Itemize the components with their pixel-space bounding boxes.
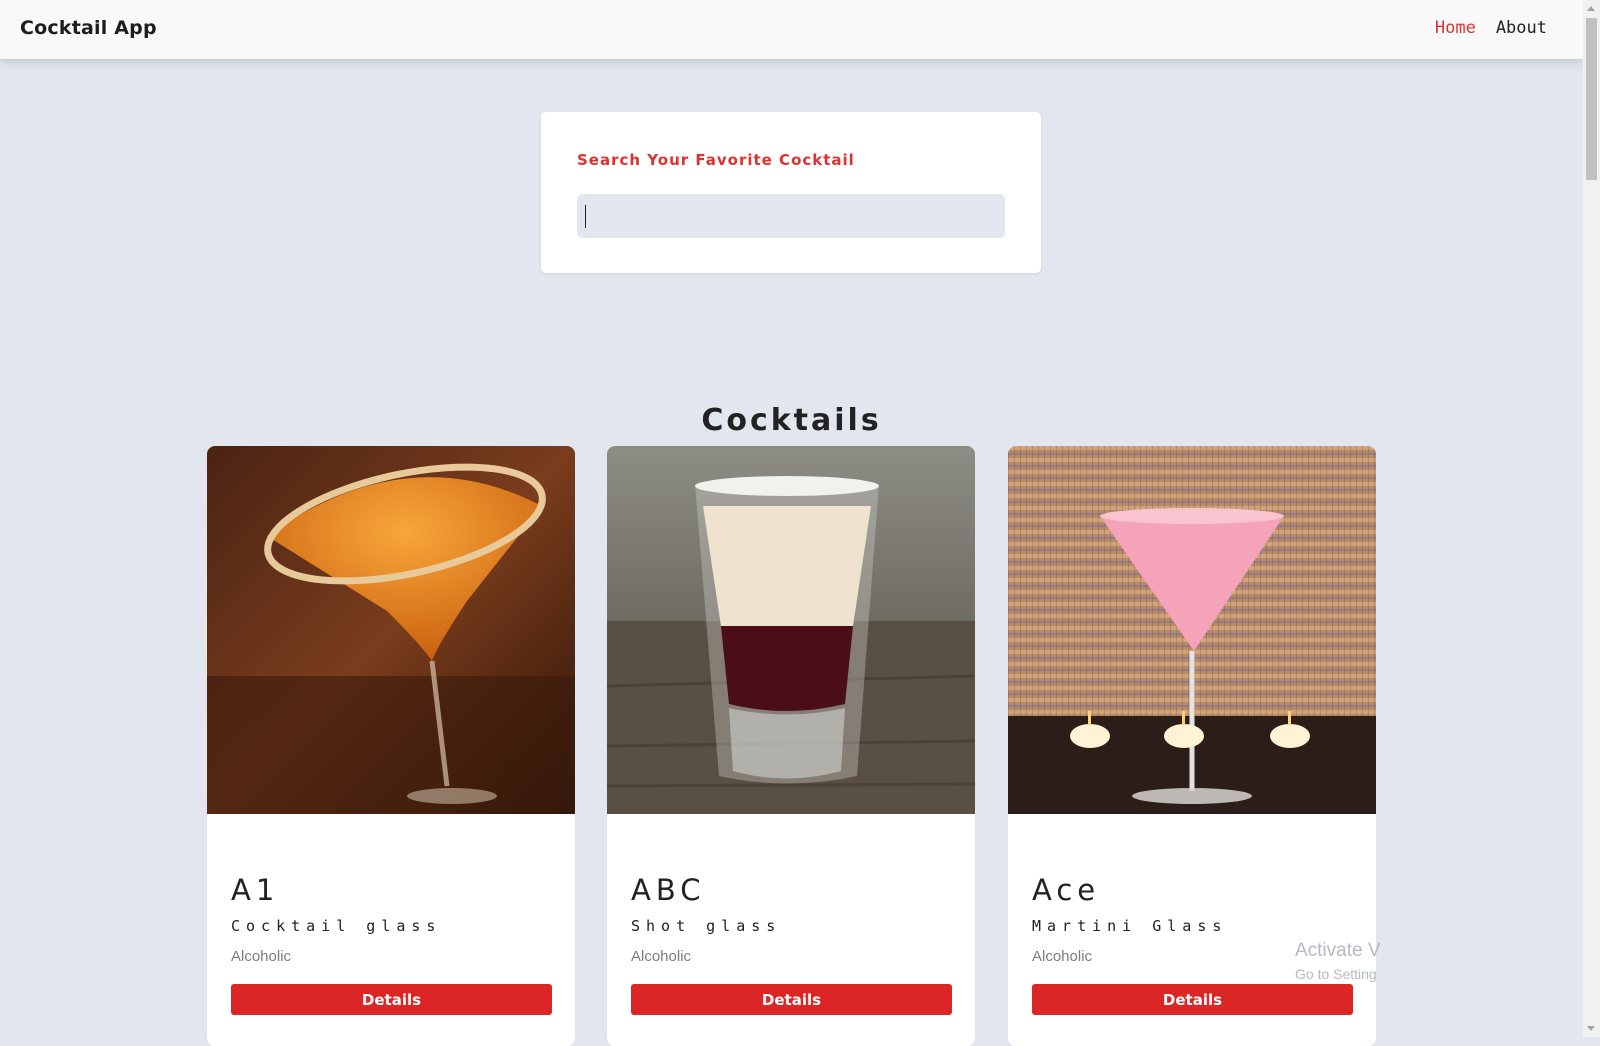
nav-link-about[interactable]: About (1496, 18, 1547, 38)
cocktail-card: ABC Shot glass Alcoholic Details (607, 446, 975, 1046)
search-input[interactable] (577, 194, 1005, 238)
watermark-title: Activate V (1295, 940, 1381, 961)
scroll-up-icon[interactable] (1587, 6, 1595, 11)
cocktail-name: A1 (231, 873, 280, 907)
nav-links: Home About (1435, 18, 1547, 38)
cocktail-card: A1 Cocktail glass Alcoholic Details (207, 446, 575, 1046)
layered-shot-photo-icon (607, 446, 975, 814)
details-button[interactable]: Details (631, 984, 952, 1015)
search-form: Search Your Favorite Cocktail (541, 112, 1041, 273)
scroll-thumb[interactable] (1586, 18, 1597, 180)
cocktail-type: Alcoholic (631, 948, 692, 965)
cocktail-glass: Martini Glass (1032, 917, 1228, 935)
cocktail-name: ABC (631, 873, 706, 907)
cocktail-type: Alcoholic (231, 948, 292, 965)
section-title: Cocktails (701, 402, 882, 438)
brand-logo[interactable]: Cocktail App (20, 17, 157, 39)
cocktail-image (607, 446, 975, 814)
search-label: Search Your Favorite Cocktail (577, 151, 855, 169)
scroll-down-icon[interactable] (1587, 1026, 1595, 1031)
cocktail-type: Alcoholic (1032, 948, 1093, 965)
cocktail-image (207, 446, 575, 814)
orange-martini-photo-icon (207, 446, 575, 814)
pink-martini-photo-icon (1008, 446, 1376, 814)
cocktail-glass: Cocktail glass (231, 917, 442, 935)
cocktail-glass: Shot glass (631, 917, 782, 935)
text-cursor (585, 205, 586, 228)
windows-activation-watermark: Activate V Go to Setting (1295, 940, 1381, 982)
navbar: Cocktail App Home About (0, 0, 1583, 59)
cocktail-image (1008, 446, 1376, 814)
watermark-subtitle: Go to Setting (1295, 966, 1377, 982)
vertical-scrollbar[interactable] (1583, 0, 1600, 1037)
cocktail-name: Ace (1032, 873, 1101, 907)
nav-link-home[interactable]: Home (1435, 18, 1476, 38)
details-button[interactable]: Details (1032, 984, 1353, 1015)
details-button[interactable]: Details (231, 984, 552, 1015)
